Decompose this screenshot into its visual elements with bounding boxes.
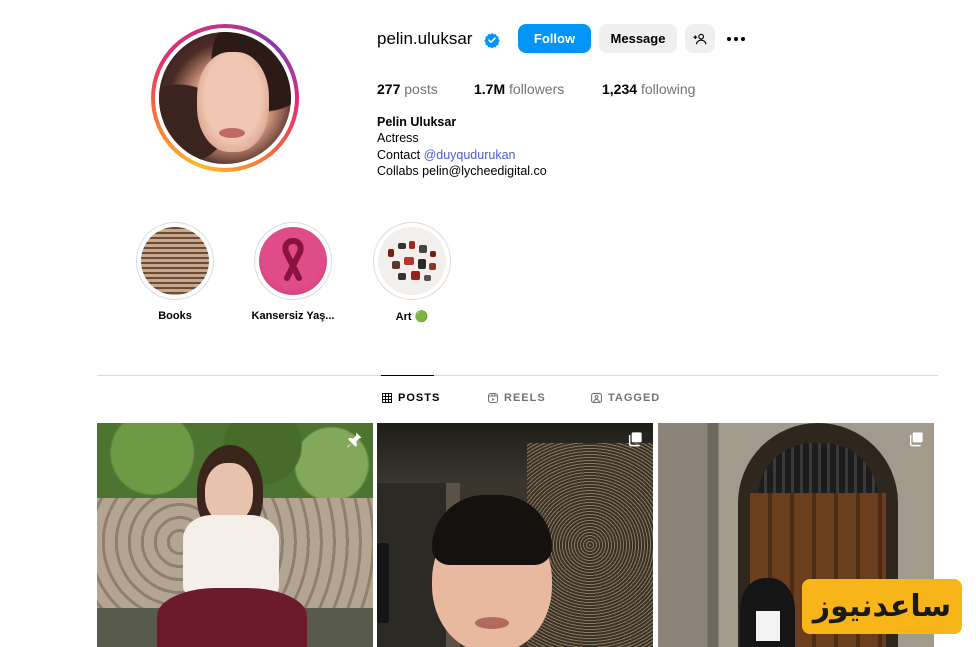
tab-tagged[interactable]: TAGGED: [591, 392, 660, 404]
post-1-blouse: [183, 515, 279, 595]
profile-avatar[interactable]: [151, 24, 299, 172]
tab-tagged-label: TAGGED: [608, 392, 661, 404]
highlight-books-image: [141, 227, 209, 295]
highlight-books-label: Books: [158, 310, 192, 322]
post-2-lips: [475, 617, 509, 629]
followers-count-value: 1.7M: [474, 81, 506, 97]
tab-posts-label: POSTS: [398, 392, 441, 404]
avatar-lips: [219, 128, 245, 138]
art-tile: [409, 241, 415, 249]
bio-contact-prefix: Contact: [377, 148, 424, 162]
person-plus-icon: [693, 33, 707, 44]
avatar-inner: [155, 28, 295, 168]
post-1-skirt: [157, 588, 307, 647]
highlight-art-image: [378, 227, 446, 295]
highlight-kansersiz-image: [259, 227, 327, 295]
tagged-icon: [591, 393, 602, 403]
multiple-images-icon: [628, 432, 642, 447]
art-tile: [398, 273, 406, 280]
followers-link[interactable]: 1.7M followers: [474, 81, 564, 97]
bio-contact: Contact @duyqudurukan: [377, 148, 515, 162]
profile-page: pelin.uluksar Follow Message 277 posts 1…: [0, 0, 976, 647]
art-tile: [429, 263, 436, 270]
follow-button[interactable]: Follow: [518, 24, 591, 53]
post-thumbnail[interactable]: [377, 423, 653, 647]
following-count-value: 1,234: [602, 81, 638, 97]
suggest-accounts-button[interactable]: [685, 24, 715, 53]
tab-reels-label: REELS: [504, 392, 546, 404]
post-thumbnail[interactable]: [97, 423, 373, 647]
post-1-face: [205, 463, 253, 523]
art-tile: [424, 275, 431, 281]
followers-count-label: followers: [509, 81, 565, 97]
highlight-art[interactable]: Art 🟢: [367, 222, 457, 323]
highlight-kansersiz[interactable]: Kansersiz Yaş...: [248, 222, 338, 322]
bio-full-name: Pelin Uluksar: [377, 115, 457, 129]
following-count-label: following: [640, 81, 696, 97]
bio-contact-mention-link[interactable]: @duyqudurukan: [424, 148, 516, 162]
art-tile: [404, 257, 414, 265]
pink-ribbon-icon: [282, 238, 304, 281]
art-tile: [392, 261, 400, 269]
posts-count-label: posts: [404, 81, 438, 97]
art-tile: [418, 259, 426, 269]
art-tile: [398, 243, 406, 249]
highlight-books-cover[interactable]: [136, 222, 214, 300]
tabs-divider: [97, 375, 938, 376]
post-3-shirt: [756, 611, 780, 641]
posts-count: 277 posts: [377, 81, 438, 97]
posts-count-value: 277: [377, 81, 401, 97]
verified-badge-icon: [484, 33, 500, 48]
pin-icon: [347, 432, 362, 448]
following-link[interactable]: 1,234 following: [602, 81, 695, 97]
tab-posts[interactable]: POSTS: [382, 392, 440, 404]
reels-icon: [488, 393, 498, 403]
message-button[interactable]: Message: [599, 24, 677, 53]
highlight-art-label: Art 🟢: [395, 311, 429, 323]
more-options-button[interactable]: [725, 30, 747, 48]
art-tile: [411, 271, 420, 280]
grid-icon: [382, 393, 392, 403]
art-tile: [430, 251, 436, 257]
highlight-kansersiz-cover[interactable]: [254, 222, 332, 300]
profile-username: pelin.uluksar: [377, 29, 473, 48]
watermark-logo: ساعدنیوز: [802, 579, 962, 634]
bio-collabs: Collabs pelin@lycheedigital.co: [377, 164, 547, 178]
art-tile: [419, 245, 427, 253]
highlight-kansersiz-label: Kansersiz Yaş...: [251, 310, 335, 322]
avatar-image: [159, 32, 291, 164]
highlight-books[interactable]: Books: [130, 222, 220, 322]
more-horizontal-icon: [727, 37, 745, 41]
multiple-images-icon: [909, 432, 923, 447]
tab-reels[interactable]: REELS: [488, 392, 546, 404]
active-tab-indicator: [381, 375, 434, 376]
highlight-art-cover[interactable]: [373, 222, 451, 300]
art-tile: [388, 249, 394, 257]
bio-category: Actress: [377, 131, 419, 145]
post-2-phone: [377, 543, 389, 623]
